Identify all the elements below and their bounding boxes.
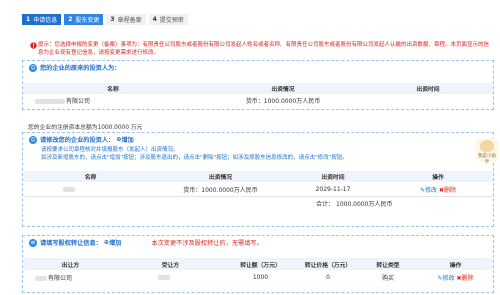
transfer-icon: ⇄ — [29, 238, 37, 247]
col-transferor: 出让方 — [61, 262, 80, 269]
row-actions: ✎修改 ✖删除 — [418, 273, 493, 282]
transfer-note: 本次变更不涉及股权转让的，无需填写。 — [151, 240, 263, 247]
modify-note-2: 如涉及新增股东的，请点击"增加"按钮；涉及股东退出的，请点击"删除"按钮；如涉及… — [41, 155, 348, 161]
total-value: 1000.0000万人民币 — [336, 201, 393, 208]
delete-button[interactable]: 删除 — [461, 275, 473, 282]
redacted-text — [35, 99, 65, 104]
col-name: 名称 — [84, 175, 97, 181]
original-section-title: 您的企业的原来的投资人为： — [40, 65, 121, 72]
investor-name: 有限公司 — [23, 96, 203, 105]
step-3-label: 章程备案 — [117, 17, 142, 24]
registered-capital: 您的企业的注册资本总额为1000.0000 万元 — [28, 125, 143, 131]
step-bar: 1 申请信息 2 股东变更 3 章程备案 4 提交预审 — [22, 14, 188, 25]
col-time: 出资时间 — [321, 175, 345, 181]
col-name: 名称 — [107, 87, 119, 93]
assistant-widget[interactable]: 我是小助手 — [476, 138, 498, 165]
step-4[interactable]: 4 提交预审 — [148, 14, 188, 25]
edit-button[interactable]: 修改 — [443, 275, 455, 282]
original-table-header: 名称 出资情况 出资时间 — [23, 83, 493, 94]
redacted-text — [158, 274, 170, 280]
col-price: 转让价格（万元） — [304, 262, 352, 269]
transfer-amount: 1000 — [252, 273, 269, 281]
col-amount: 转让额（万元） — [240, 262, 281, 269]
total-row: 合计： 1000.0000万人民币 — [23, 197, 493, 210]
total-label: 合计： — [315, 201, 334, 208]
warning-icon — [30, 42, 37, 49]
modify-notes: 请按要求公司章程核对并填报股东（发起人）出资情况。 如涉及新增股东的，请点击"增… — [23, 146, 493, 162]
col-time: 出资时间 — [416, 87, 440, 93]
col-actions: 操作 — [449, 262, 462, 269]
col-capital: 出资情况 — [271, 87, 295, 93]
user-icon: ☺ — [29, 135, 37, 144]
modify-note-1: 请按要求公司章程核对并填报股东（发起人）出资情况。 — [41, 147, 179, 153]
step-4-label: 提交预审 — [159, 17, 184, 24]
step-3[interactable]: 3 章程备案 — [106, 14, 146, 25]
equity-transfer-section: ⇄ 请填写股权转让信息： ⊕ 增加 本次变更不涉及股权转让的，无需填写。 出让方… — [22, 235, 494, 293]
table-row: 有限公司 货币：1000.0000万人民币 — [23, 94, 493, 107]
col-transferee: 受让方 — [161, 262, 180, 269]
transfer-section-title: 请填写股权转让信息： — [40, 240, 102, 247]
step-2-label: 股东变更 — [75, 17, 100, 24]
original-section-head: ☺ 您的企业的原来的投资人为： — [23, 61, 493, 74]
step-2-number: 2 — [68, 16, 73, 23]
row-actions: ✎修改 ✖删除 — [383, 185, 493, 194]
step-1-number: 1 — [26, 16, 31, 23]
col-actions: 操作 — [432, 175, 444, 181]
modify-section-head: ☺ 请修改您的企业的投资人： ⊕ 增加 — [23, 133, 493, 146]
step-1-label: 申请信息 — [33, 17, 58, 24]
col-type: 转让类型 — [376, 262, 400, 269]
delete-button[interactable]: 删除 — [444, 187, 456, 194]
transfer-section-head: ⇄ 请填写股权转让信息： ⊕ 增加 本次变更不涉及股权转让的，无需填写。 — [23, 236, 493, 249]
transferee-name — [118, 274, 223, 281]
step-4-number: 4 — [152, 16, 157, 23]
modify-table-header: 名称 出资情况 出资时间 操作 — [23, 171, 493, 182]
assistant-label: 我是小助手 — [478, 154, 496, 165]
modify-investors-section: ☺ 请修改您的企业的投资人： ⊕ 增加 请按要求公司章程核对并填报股东（发起人）… — [22, 132, 494, 227]
investor-time: 2029-11-17 — [315, 185, 351, 193]
step-3-number: 3 — [110, 16, 115, 23]
investor-name — [23, 186, 158, 193]
add-investor-button[interactable]: 增加 — [121, 135, 133, 144]
redacted-text — [63, 186, 75, 192]
table-row: 有限公司 1000 0 购买 ✎修改 ✖删除 — [23, 270, 493, 284]
redacted-text — [35, 275, 47, 281]
edit-button[interactable]: 修改 — [425, 187, 437, 194]
step-2[interactable]: 2 股东变更 — [64, 14, 104, 25]
change-tip: 提示：您选择申报的变更（备案）事项为：有限责任公司股东或者股份有限公司发起人姓名… — [38, 42, 490, 56]
transfer-type: 购买 — [381, 274, 394, 282]
table-row: 货币：1000.0000万人民币 2029-11-17 ✎修改 ✖删除 — [23, 182, 493, 196]
add-transfer-button[interactable]: 增加 — [109, 238, 121, 247]
user-icon: ☺ — [29, 63, 37, 72]
transfer-price: 0 — [326, 273, 330, 281]
original-investors-section: ☺ 您的企业的原来的投资人为： 名称 出资情况 出资时间 有限公司 货币：100… — [22, 60, 494, 110]
assistant-avatar-icon — [480, 140, 494, 152]
transfer-table-header: 出让方 受让方 转让额（万元） 转让价格（万元） 转让类型 操作 — [23, 258, 493, 270]
transferor-name: 有限公司 — [23, 273, 118, 282]
step-1[interactable]: 1 申请信息 — [22, 14, 62, 25]
investor-capital: 货币：1000.0000万人民币 — [245, 98, 321, 105]
col-capital: 出资情况 — [208, 175, 233, 181]
modify-section-title: 请修改您的企业的投资人： — [40, 137, 115, 144]
investor-capital: 货币：1000.0000万人民币 — [183, 186, 258, 194]
